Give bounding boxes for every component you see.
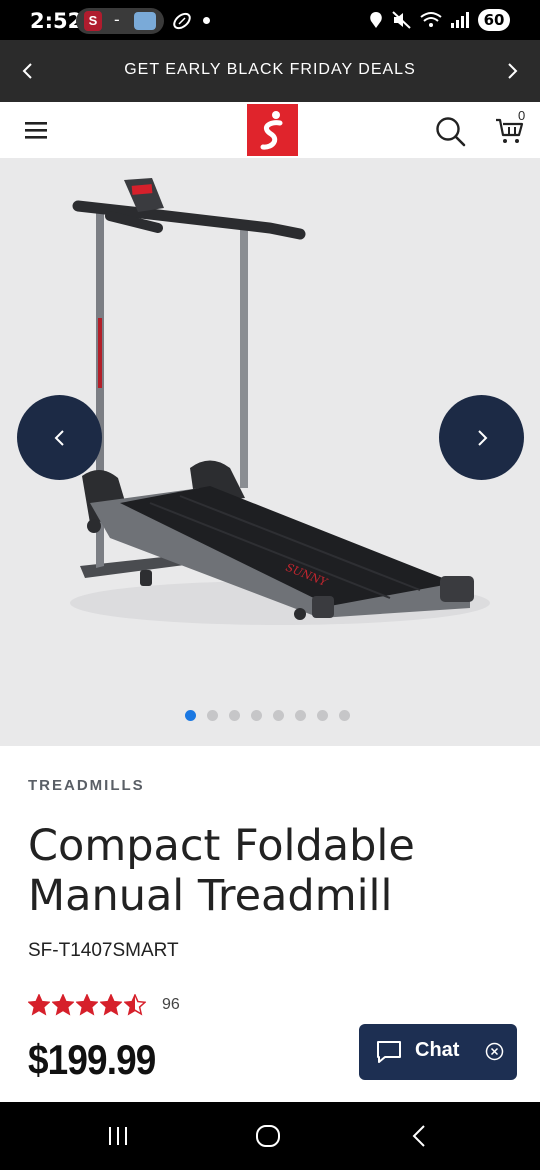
cart-count-badge: 0 <box>518 108 526 123</box>
gallery-dot[interactable] <box>295 710 306 721</box>
back-icon[interactable] <box>408 1124 432 1148</box>
gallery-prev-button[interactable] <box>17 395 102 480</box>
status-bar: 2:52 S - 60 <box>0 0 540 40</box>
chevron-right-icon[interactable] <box>500 59 524 83</box>
location-icon <box>370 12 382 28</box>
chevron-left-icon <box>54 430 64 446</box>
product-gallery[interactable]: SUNNY <box>0 158 540 746</box>
gallery-dot[interactable] <box>317 710 328 721</box>
product-title: Compact Foldable Manual Treadmill <box>28 821 415 921</box>
star-full-icon <box>28 994 50 1016</box>
rating-stars <box>28 994 146 1016</box>
close-circle-icon[interactable] <box>485 1042 504 1061</box>
football-icon <box>173 12 191 30</box>
product-price: $199.99 <box>28 1036 156 1083</box>
gallery-pagination <box>185 710 350 721</box>
product-rating[interactable]: 96 <box>28 994 180 1016</box>
star-full-icon <box>52 994 74 1016</box>
system-nav-bar <box>0 1102 540 1170</box>
chat-label: Chat <box>415 1039 460 1061</box>
star-full-icon <box>100 994 122 1016</box>
chevron-right-icon <box>478 430 488 446</box>
gallery-dot[interactable] <box>229 710 240 721</box>
logo-s-icon <box>260 111 283 150</box>
stanford-app-icon: S <box>84 11 102 31</box>
chat-bubble-icon <box>377 1041 401 1063</box>
gallery-dot[interactable] <box>185 710 196 721</box>
site-header: 0 <box>0 102 540 158</box>
star-half-icon <box>124 994 146 1016</box>
search-icon[interactable] <box>434 115 466 147</box>
product-sku: SF-T1407SMART <box>28 940 179 961</box>
notification-dot <box>203 17 210 24</box>
wifi-icon <box>420 12 442 27</box>
review-count: 96 <box>162 996 180 1013</box>
home-icon[interactable] <box>255 1124 281 1148</box>
status-time: 2:52 <box>30 9 83 33</box>
pill-separator: - <box>114 10 120 29</box>
gallery-dot[interactable] <box>339 710 350 721</box>
recent-apps-icon[interactable] <box>106 1124 130 1148</box>
unc-app-icon <box>134 12 156 30</box>
gallery-dot[interactable] <box>207 710 218 721</box>
signal-icon <box>451 12 469 28</box>
notification-pill: S - <box>76 8 164 34</box>
product-category[interactable]: TREADMILLS <box>28 777 145 794</box>
chat-button[interactable]: Chat <box>359 1024 517 1080</box>
promo-text[interactable]: GET EARLY BLACK FRIDAY DEALS <box>0 61 540 79</box>
gallery-dot[interactable] <box>273 710 284 721</box>
star-full-icon <box>76 994 98 1016</box>
battery-icon: 60 <box>478 9 510 31</box>
hamburger-menu-icon[interactable] <box>24 118 48 142</box>
status-icons: 60 <box>368 9 510 31</box>
mute-icon <box>392 11 411 29</box>
gallery-dot[interactable] <box>251 710 262 721</box>
promo-banner: GET EARLY BLACK FRIDAY DEALS <box>0 40 540 102</box>
gallery-next-button[interactable] <box>439 395 524 480</box>
brand-logo[interactable] <box>247 104 298 156</box>
